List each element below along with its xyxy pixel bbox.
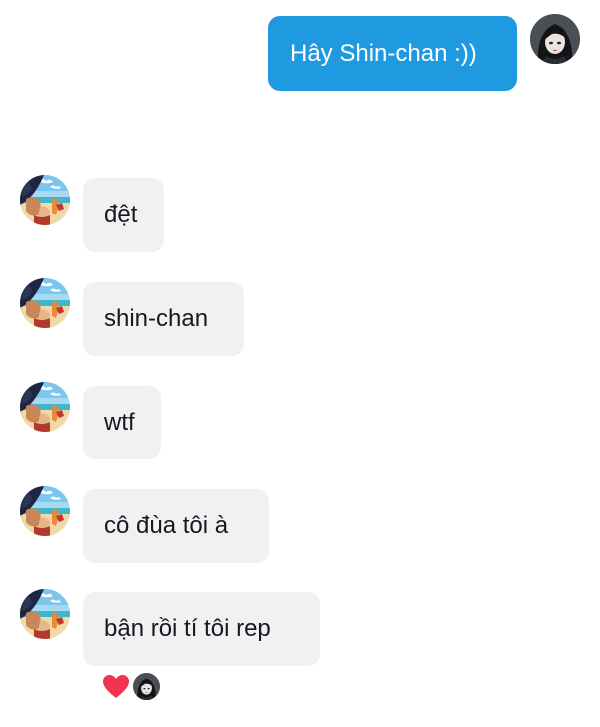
- heart-icon[interactable]: [102, 674, 130, 700]
- reactor-avatar[interactable]: [133, 673, 160, 700]
- anime-girl-avatar-icon: [530, 14, 580, 64]
- received-message-text: wtf: [104, 408, 135, 436]
- beach-avatar-icon: [20, 589, 70, 639]
- received-message-text: bận rồi tí tôi rep: [104, 615, 271, 642]
- received-message-text: shin-chan: [104, 305, 209, 332]
- received-message-bubble[interactable]: cô đùa tôi à: [83, 489, 269, 563]
- received-message-bubble[interactable]: wtf: [83, 386, 161, 459]
- received-message-bubble[interactable]: đệt: [83, 178, 164, 252]
- received-message-text: cô đùa tôi à: [104, 512, 229, 539]
- sent-message-text: Hây Shin-chan :)): [290, 39, 477, 67]
- sent-message-bubble[interactable]: Hây Shin-chan :)): [268, 16, 517, 91]
- received-message-bubble[interactable]: shin-chan: [83, 282, 244, 356]
- beach-avatar-icon: [20, 175, 70, 225]
- contact-avatar[interactable]: [20, 486, 70, 536]
- beach-avatar-icon: [20, 382, 70, 432]
- contact-avatar[interactable]: [20, 175, 70, 225]
- anime-girl-avatar-icon: [133, 673, 160, 700]
- contact-avatar[interactable]: [20, 589, 70, 639]
- my-avatar[interactable]: [530, 14, 580, 64]
- received-message-bubble[interactable]: bận rồi tí tôi rep: [83, 592, 320, 666]
- contact-avatar[interactable]: [20, 382, 70, 432]
- beach-avatar-icon: [20, 486, 70, 536]
- received-message-text: đệt: [104, 201, 138, 228]
- contact-avatar[interactable]: [20, 278, 70, 328]
- beach-avatar-icon: [20, 278, 70, 328]
